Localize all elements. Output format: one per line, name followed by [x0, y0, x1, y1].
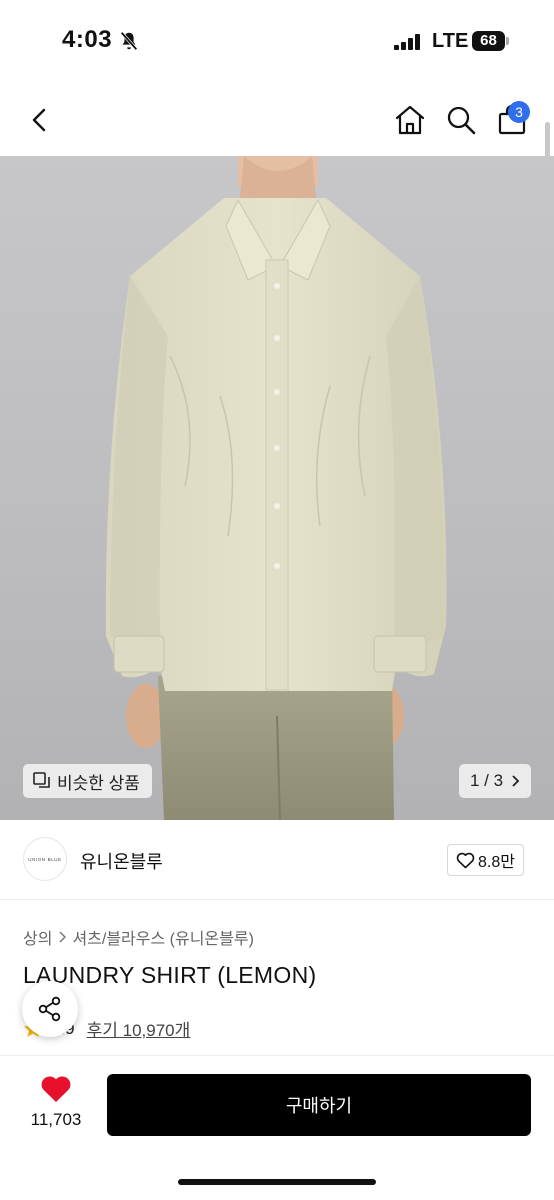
heart-filled-icon[interactable] — [40, 1075, 72, 1103]
breadcrumb-category[interactable]: 상의 — [23, 925, 52, 949]
status-time: 4:03 — [62, 26, 113, 53]
brand-name[interactable]: 유니온블루 — [80, 848, 163, 874]
top-nav-bar — [0, 84, 554, 156]
review-count-link[interactable]: 후기 10,970개 — [87, 1016, 191, 1041]
share-icon — [38, 996, 61, 1022]
home-indicator — [178, 1179, 376, 1185]
share-button[interactable] — [22, 981, 78, 1037]
brand-like-button[interactable]: 8.8만 — [447, 844, 524, 876]
similar-products-button[interactable]: 비슷한 상품 — [23, 764, 152, 798]
back-icon[interactable] — [26, 106, 54, 134]
heart-outline-icon — [456, 852, 475, 868]
page-indicator-text: 1 / 3 — [469, 771, 504, 790]
shirt-photo — [105, 156, 447, 820]
chevron-right-icon — [512, 775, 520, 787]
brand-logo[interactable]: UNION BLUE — [23, 837, 67, 881]
status-bar: 4:03 LTE 68 — [0, 0, 554, 84]
image-page-indicator[interactable]: 1 / 3 — [459, 764, 531, 798]
buy-button[interactable]: 구매하기 — [107, 1074, 531, 1136]
breadcrumb: 상의 셔츠/블라우스 (유니온블루) — [23, 925, 254, 949]
chevron-right-icon — [59, 931, 67, 943]
home-icon[interactable] — [394, 104, 426, 136]
cart-count-badge: 3 — [508, 101, 530, 123]
signal-icon — [394, 34, 420, 50]
similar-products-label: 비슷한 상품 — [57, 773, 140, 793]
product-title: LAUNDRY SHIRT (LEMON) — [23, 962, 317, 988]
bell-slash-icon — [120, 31, 138, 51]
copy-icon — [33, 772, 50, 788]
breadcrumb-subcategory[interactable]: 셔츠/블라우스 (유니온블루) — [72, 925, 253, 949]
battery-level: 68 — [472, 31, 505, 51]
battery-icon: 68 — [472, 31, 510, 51]
search-icon[interactable] — [445, 104, 477, 136]
wish-count: 11,703 — [30, 1110, 82, 1129]
product-image[interactable] — [0, 156, 554, 820]
brand-like-count: 8.8만 — [478, 854, 515, 871]
brand-row: UNION BLUE 유니온블루 8.8만 — [0, 820, 554, 900]
network-label: LTE — [432, 30, 469, 52]
